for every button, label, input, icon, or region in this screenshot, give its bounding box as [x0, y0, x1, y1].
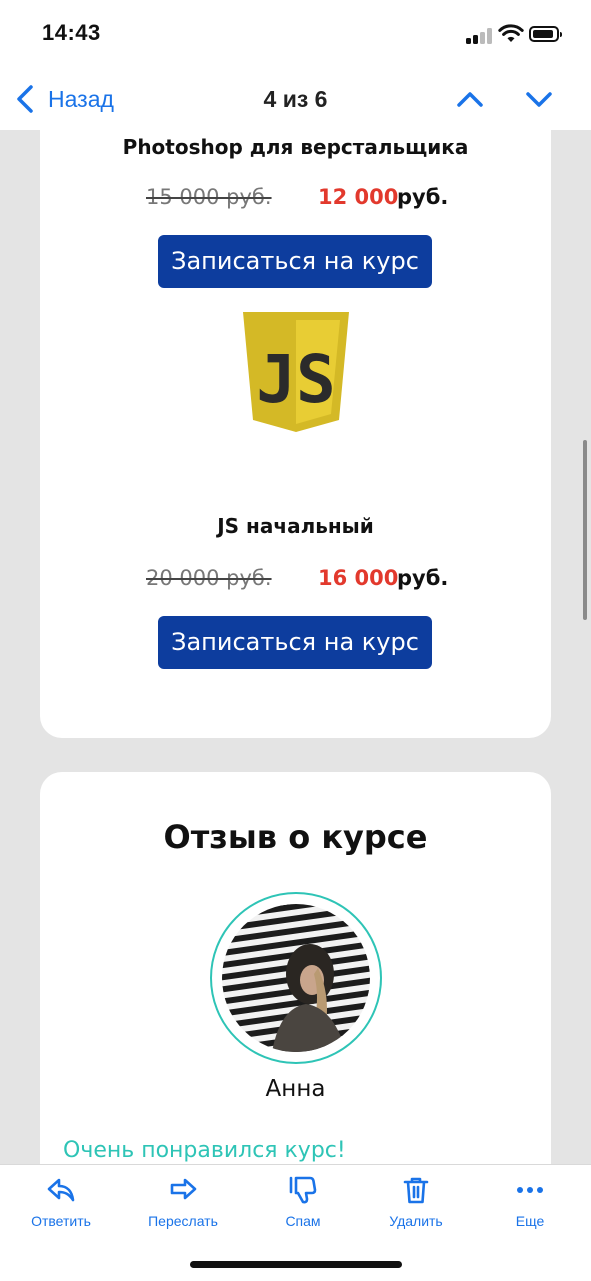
spam-button[interactable]: Спам: [253, 1175, 353, 1235]
more-icon: [517, 1187, 543, 1193]
old-price: 20 000 руб.: [146, 566, 272, 590]
courses-card: Photoshop для верстальщика 15 000 руб. 1…: [40, 130, 551, 738]
sale-price: 16 000: [318, 566, 399, 590]
avatar-ring: [210, 892, 382, 1064]
old-price: 15 000 руб.: [146, 185, 272, 209]
reply-button[interactable]: Ответить: [11, 1175, 111, 1235]
currency-label: руб.: [397, 566, 449, 590]
forward-button[interactable]: Переслать: [133, 1175, 233, 1235]
reply-label: Ответить: [31, 1213, 91, 1229]
more-button[interactable]: Еще: [480, 1175, 580, 1235]
review-text: Очень понравился курс!: [63, 1138, 346, 1163]
enroll-button[interactable]: Записаться на курс: [158, 616, 432, 669]
reviewer-name: Анна: [265, 1076, 326, 1102]
scrollbar[interactable]: [583, 440, 587, 620]
next-message-button[interactable]: [524, 84, 554, 114]
email-body[interactable]: Photoshop для верстальщика 15 000 руб. 1…: [0, 130, 591, 1164]
wifi-icon: [498, 24, 524, 42]
thumbs-down-icon: [289, 1176, 317, 1204]
trash-icon: [403, 1177, 429, 1204]
review-title: Отзыв о курсе: [163, 818, 428, 856]
battery-icon: [529, 26, 562, 42]
home-indicator[interactable]: [190, 1261, 402, 1268]
message-counter: 4 из 6: [263, 86, 328, 112]
price-row: 15 000 руб. 12 000 руб.: [40, 185, 551, 219]
price-row: 20 000 руб. 16 000 руб.: [40, 566, 551, 600]
forward-label: Переслать: [148, 1213, 218, 1229]
status-bar: 14:43: [0, 0, 591, 70]
avatar: [222, 904, 370, 1052]
currency-label: руб.: [397, 185, 449, 209]
course-title: Photoshop для верстальщика: [122, 135, 469, 159]
previous-message-button[interactable]: [455, 84, 485, 114]
js-logo-icon: JS: [243, 312, 349, 432]
review-card: Отзыв о курсе Анна Очень понравился курс…: [40, 772, 551, 1164]
forward-icon: [170, 1178, 197, 1200]
spam-label: Спам: [285, 1213, 321, 1229]
mail-nav-bar: Назад 4 из 6: [0, 70, 591, 130]
reply-icon: [47, 1178, 75, 1202]
sale-price: 12 000: [318, 185, 399, 209]
js-logo-text: JS: [256, 341, 335, 418]
delete-button[interactable]: Удалить: [366, 1175, 466, 1235]
delete-label: Удалить: [389, 1213, 443, 1229]
enroll-button[interactable]: Записаться на курс: [158, 235, 432, 288]
more-label: Еще: [515, 1213, 545, 1229]
cellular-signal-icon: [466, 28, 494, 44]
course-title: JS начальный: [217, 514, 374, 538]
status-time: 14:43: [42, 20, 101, 45]
